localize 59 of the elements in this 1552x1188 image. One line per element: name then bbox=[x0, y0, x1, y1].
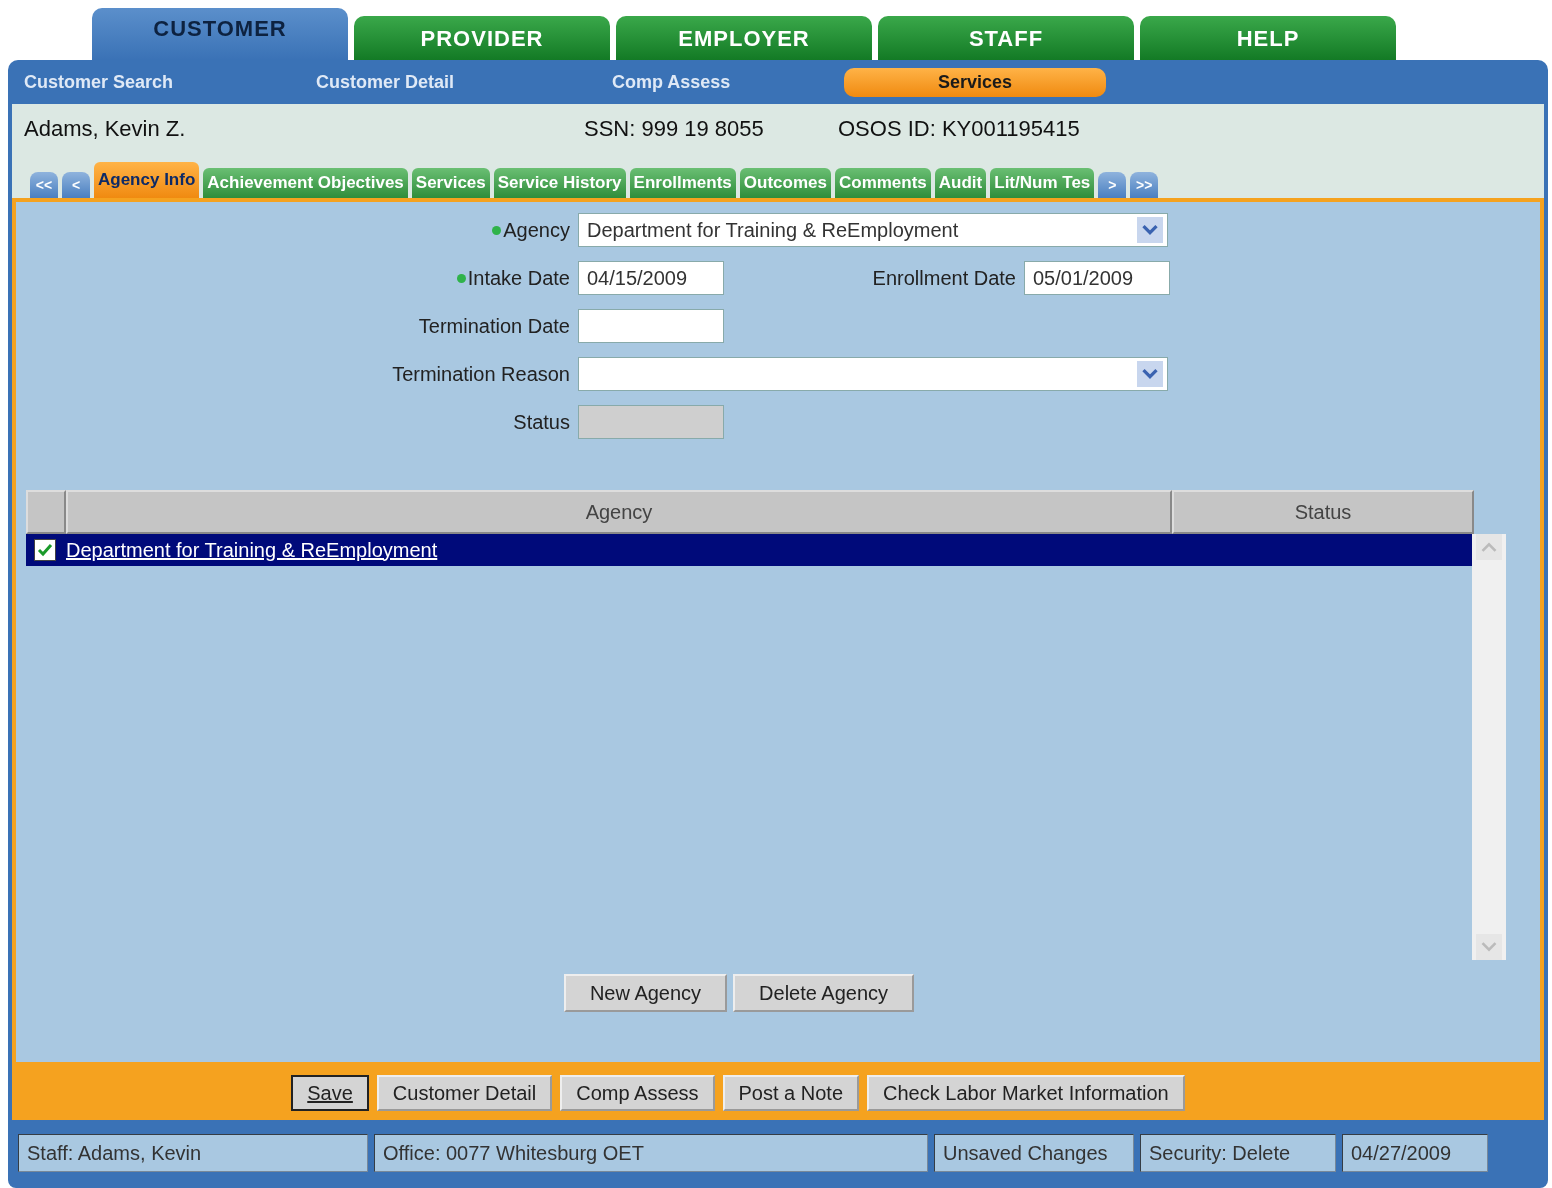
main-tab[interactable]: STAFF bbox=[878, 16, 1134, 60]
date-field[interactable]: 05/01/2009 bbox=[1024, 261, 1170, 295]
field-label: Termination Reason bbox=[391, 362, 571, 386]
sub-nav-link[interactable]: Comp Assess bbox=[612, 67, 731, 97]
field-label: Termination Date bbox=[417, 314, 571, 338]
action-button[interactable]: Comp Assess bbox=[560, 1075, 715, 1111]
status-field: 04/27/2009 bbox=[1342, 1134, 1488, 1172]
status-field: Unsaved Changes bbox=[934, 1134, 1134, 1172]
scroll-down-icon[interactable] bbox=[1476, 934, 1502, 960]
scroll-up-icon[interactable] bbox=[1476, 534, 1502, 560]
status-field: Security: Delete bbox=[1140, 1134, 1336, 1172]
table-action-button[interactable]: Delete Agency bbox=[733, 974, 915, 1012]
main-tab[interactable]: EMPLOYER bbox=[616, 16, 872, 60]
next-page-button[interactable]: > bbox=[1098, 172, 1127, 198]
sub-nav-link[interactable]: Customer Search bbox=[24, 67, 174, 97]
section-tab[interactable]: Outcomes bbox=[739, 168, 831, 198]
scrollbar[interactable] bbox=[1472, 534, 1506, 960]
previous-page-button[interactable]: < bbox=[62, 172, 90, 198]
sub-nav-link[interactable]: Customer Detail bbox=[316, 67, 455, 97]
field-label: Status bbox=[512, 410, 571, 434]
main-tab[interactable]: PROVIDER bbox=[354, 16, 610, 60]
field-label: Enrollment Date bbox=[871, 266, 1017, 290]
main-tab[interactable]: HELP bbox=[1140, 16, 1396, 60]
column-header: Agency bbox=[66, 490, 1172, 534]
section-tab[interactable]: Audit bbox=[934, 168, 987, 198]
first-page-button[interactable]: << bbox=[30, 172, 58, 198]
checkbox[interactable] bbox=[34, 539, 56, 561]
status-field: Staff: Adams, Kevin bbox=[18, 1134, 368, 1172]
ssn-text: SSN: 999 19 8055 bbox=[584, 116, 765, 142]
section-tab[interactable]: Services bbox=[411, 168, 490, 198]
sub-nav-link[interactable]: Services bbox=[844, 67, 1106, 97]
action-button[interactable]: Customer Detail bbox=[376, 1075, 553, 1111]
section-tab[interactable]: Achievement Objectives bbox=[203, 168, 408, 198]
table-row[interactable]: Department for Training & ReEmployment bbox=[26, 534, 1472, 566]
column-header: Status bbox=[1172, 490, 1474, 534]
section-tab[interactable]: Service History bbox=[493, 168, 626, 198]
agency-link[interactable]: Department for Training & ReEmployment bbox=[66, 538, 1162, 562]
field-label: Agency bbox=[16, 218, 578, 242]
customer-name: Adams, Kevin Z. bbox=[23, 116, 187, 142]
main-tab[interactable]: CUSTOMER bbox=[92, 8, 348, 60]
section-tab[interactable]: Comments bbox=[834, 168, 931, 198]
required-dot-icon bbox=[492, 225, 502, 235]
section-tab[interactable]: Lit/Num Tes bbox=[990, 168, 1095, 198]
dropdown-field[interactable] bbox=[578, 357, 1168, 391]
last-page-button[interactable]: >> bbox=[1130, 172, 1159, 198]
field-label: Intake Date bbox=[16, 266, 578, 290]
required-dot-icon bbox=[456, 273, 466, 283]
dropdown-field[interactable]: Department for Training & ReEmployment bbox=[578, 213, 1168, 247]
action-button[interactable]: Check Labor Market Information bbox=[867, 1075, 1185, 1111]
section-tab[interactable]: Agency Info bbox=[94, 162, 200, 198]
section-tab[interactable]: Enrollments bbox=[629, 168, 736, 198]
date-field[interactable]: 04/15/2009 bbox=[578, 261, 724, 295]
header-cell bbox=[26, 490, 66, 534]
action-button[interactable]: Post a Note bbox=[722, 1075, 860, 1111]
osos-id-text: OSOS ID: KY001195415 bbox=[838, 116, 1080, 142]
status-field: Office: 0077 Whitesburg OET bbox=[374, 1134, 928, 1172]
date-field[interactable] bbox=[578, 309, 724, 343]
table-action-button[interactable]: New Agency bbox=[563, 974, 728, 1012]
action-button[interactable]: Save bbox=[291, 1075, 369, 1111]
